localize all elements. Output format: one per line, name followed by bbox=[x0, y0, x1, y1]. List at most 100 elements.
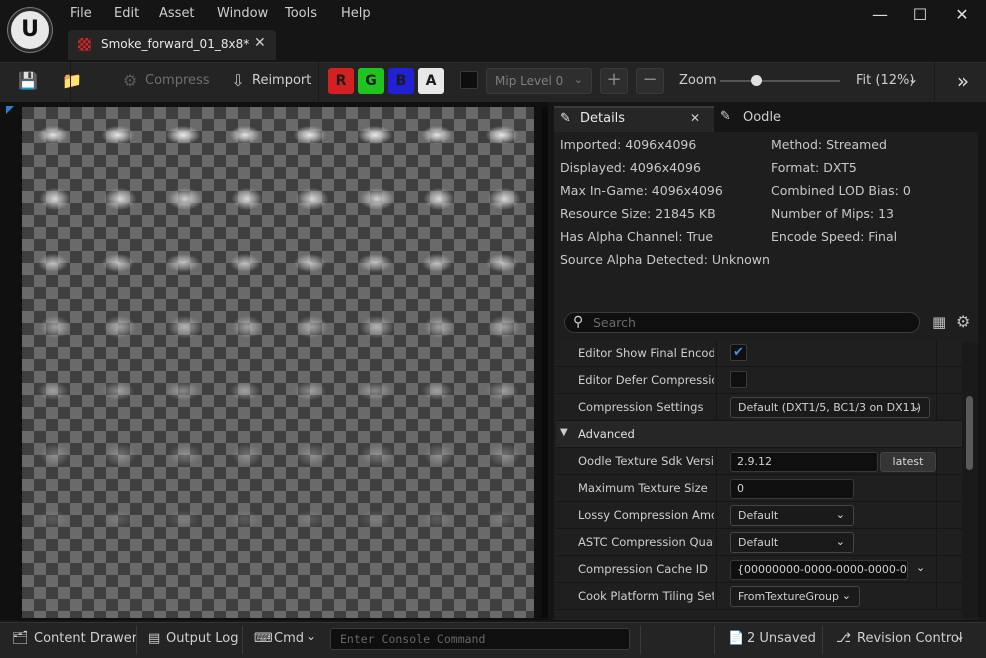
status-divider bbox=[822, 626, 823, 654]
smoke-frame bbox=[486, 126, 518, 144]
smoke-frame bbox=[104, 188, 136, 210]
tab-details[interactable]: ✎ Details ✕ bbox=[554, 106, 714, 132]
row-divider bbox=[936, 367, 937, 394]
smoke-frame bbox=[486, 382, 518, 400]
menu-asset[interactable]: Asset bbox=[159, 6, 195, 21]
zoom-slider-thumb[interactable] bbox=[751, 75, 762, 86]
texture-preview[interactable] bbox=[22, 107, 534, 618]
asset-tab-label: Smoke_forward_01_8x8* bbox=[101, 37, 250, 51]
details-scrollbar-thumb[interactable] bbox=[966, 396, 973, 470]
smoke-frame bbox=[38, 126, 68, 144]
row-divider bbox=[716, 448, 717, 475]
search-box[interactable]: ⚲ bbox=[564, 312, 920, 333]
minimize-icon[interactable]: — bbox=[866, 4, 894, 26]
cook-platform-tiling-select[interactable]: FromTextureGroup ⌄ bbox=[730, 586, 860, 607]
smoke-frame bbox=[294, 254, 326, 272]
astc-quality-value: Default bbox=[738, 536, 779, 549]
reimport-button[interactable]: Reimport bbox=[252, 73, 311, 88]
toolbar-divider bbox=[934, 62, 935, 102]
mip-level-checkbox[interactable] bbox=[460, 71, 478, 89]
smoke-frame bbox=[488, 188, 520, 210]
menu-file[interactable]: File bbox=[70, 6, 92, 21]
menu-edit[interactable]: Edit bbox=[114, 6, 139, 21]
editor-defer-compression-checkbox[interactable] bbox=[730, 371, 747, 388]
save-icon[interactable]: 💾 bbox=[16, 69, 40, 93]
expand-toolbar-icon[interactable]: » bbox=[948, 69, 978, 95]
unreal-logo-icon[interactable]: U bbox=[8, 8, 52, 52]
info-encode-speed: Encode Speed: Final bbox=[771, 229, 898, 244]
cmd-dropdown[interactable]: Cmd bbox=[274, 631, 304, 646]
mip-level-select[interactable]: Mip Level 0 ⌄ bbox=[486, 68, 592, 94]
content-drawer-button[interactable]: Content Drawer bbox=[34, 631, 137, 646]
property-label: Compression Settings bbox=[578, 400, 704, 414]
gear-icon[interactable]: ⚙ bbox=[956, 312, 974, 331]
viewport-edge bbox=[542, 107, 548, 618]
reimport-icon[interactable]: ⇩ bbox=[226, 69, 250, 93]
smoke-frame bbox=[422, 382, 452, 400]
compress-icon[interactable]: ⚙ bbox=[118, 69, 142, 93]
advanced-section-header[interactable]: ▼ Advanced bbox=[556, 421, 962, 448]
close-tab-icon[interactable]: ✕ bbox=[254, 35, 266, 51]
mip-increase-button[interactable]: + bbox=[600, 68, 628, 94]
asset-tab[interactable]: Smoke_forward_01_8x8* ✕ bbox=[68, 30, 276, 60]
smoke-frame bbox=[358, 126, 392, 144]
menu-tools[interactable]: Tools bbox=[285, 6, 317, 21]
smoke-frame bbox=[232, 188, 262, 210]
compression-settings-select[interactable]: Default (DXT1/5, BC1/3 on DX11) ⌄ bbox=[730, 397, 930, 418]
smoke-frame bbox=[168, 188, 202, 210]
maximize-icon[interactable]: ☐ bbox=[906, 4, 934, 26]
zoom-slider[interactable] bbox=[720, 80, 840, 82]
property-label: Lossy Compression Amo... bbox=[578, 508, 714, 522]
lossy-compression-select[interactable]: Default ⌄ bbox=[730, 505, 854, 526]
smoke-frame bbox=[296, 444, 328, 466]
menu-window[interactable]: Window bbox=[217, 6, 268, 21]
close-window-icon[interactable]: ✕ bbox=[948, 4, 976, 26]
table-view-icon[interactable]: ▦ bbox=[932, 313, 950, 331]
channel-r-button[interactable]: R bbox=[328, 68, 354, 94]
smoke-frame bbox=[358, 510, 392, 528]
zoom-fit-dropdown[interactable]: Fit (12%) bbox=[856, 73, 914, 88]
details-scrollbar[interactable] bbox=[962, 342, 978, 618]
console-command-input[interactable]: Enter Console Command bbox=[330, 628, 630, 650]
chevron-down-icon[interactable]: ⌄ bbox=[916, 561, 925, 574]
output-log-button[interactable]: Output Log bbox=[166, 631, 239, 646]
compression-cache-id-field[interactable]: {00000000-0000-0000-0000-00 bbox=[730, 560, 908, 580]
channel-a-button[interactable]: A bbox=[418, 68, 444, 94]
collapse-arrow-icon[interactable]: ▼ bbox=[560, 427, 568, 438]
smoke-frame bbox=[486, 254, 518, 272]
compress-button[interactable]: Compress bbox=[145, 73, 210, 88]
search-icon: ⚲ bbox=[573, 314, 584, 330]
chevron-down-icon: ⌄ bbox=[835, 535, 845, 548]
browse-asset-icon[interactable]: 📁 bbox=[60, 69, 84, 93]
tab-oodle[interactable]: Oodle bbox=[743, 110, 781, 125]
smoke-frame bbox=[166, 510, 200, 528]
unsaved-button[interactable]: 2 Unsaved bbox=[747, 631, 816, 646]
toolbar-divider bbox=[318, 62, 319, 102]
channel-g-button[interactable]: G bbox=[358, 68, 384, 94]
info-displayed: Displayed: 4096x4096 bbox=[560, 160, 701, 175]
channel-b-button[interactable]: B bbox=[388, 68, 414, 94]
smoke-frame bbox=[166, 126, 200, 144]
smoke-frame bbox=[424, 444, 454, 466]
max-texture-size-field[interactable]: 0 bbox=[730, 479, 854, 499]
search-input[interactable] bbox=[591, 314, 891, 331]
property-row: Oodle Texture Sdk Version 2.9.12 latest bbox=[556, 448, 962, 475]
revision-control-button[interactable]: Revision Control bbox=[857, 631, 962, 646]
mip-decrease-button[interactable]: − bbox=[636, 68, 664, 94]
chevron-down-icon[interactable]: ⌄ bbox=[306, 629, 316, 643]
viewport-corner-marker bbox=[6, 106, 14, 114]
smoke-frame bbox=[424, 188, 454, 210]
chevron-down-icon[interactable]: ⌄ bbox=[955, 629, 965, 643]
close-details-icon[interactable]: ✕ bbox=[690, 111, 700, 125]
smoke-frame bbox=[360, 188, 394, 210]
editor-show-final-encode-checkbox[interactable]: ✔ bbox=[730, 344, 747, 361]
smoke-frame bbox=[230, 510, 260, 528]
astc-quality-select[interactable]: Default ⌄ bbox=[730, 532, 854, 553]
smoke-frame bbox=[486, 510, 518, 528]
smoke-frame bbox=[422, 126, 452, 144]
latest-button[interactable]: latest bbox=[880, 452, 936, 472]
oodle-sdk-version-field[interactable]: 2.9.12 bbox=[730, 452, 878, 472]
tab-details-label: Details bbox=[580, 111, 626, 126]
chevron-down-icon[interactable]: ⌄ bbox=[908, 72, 918, 86]
menu-help[interactable]: Help bbox=[341, 6, 371, 21]
